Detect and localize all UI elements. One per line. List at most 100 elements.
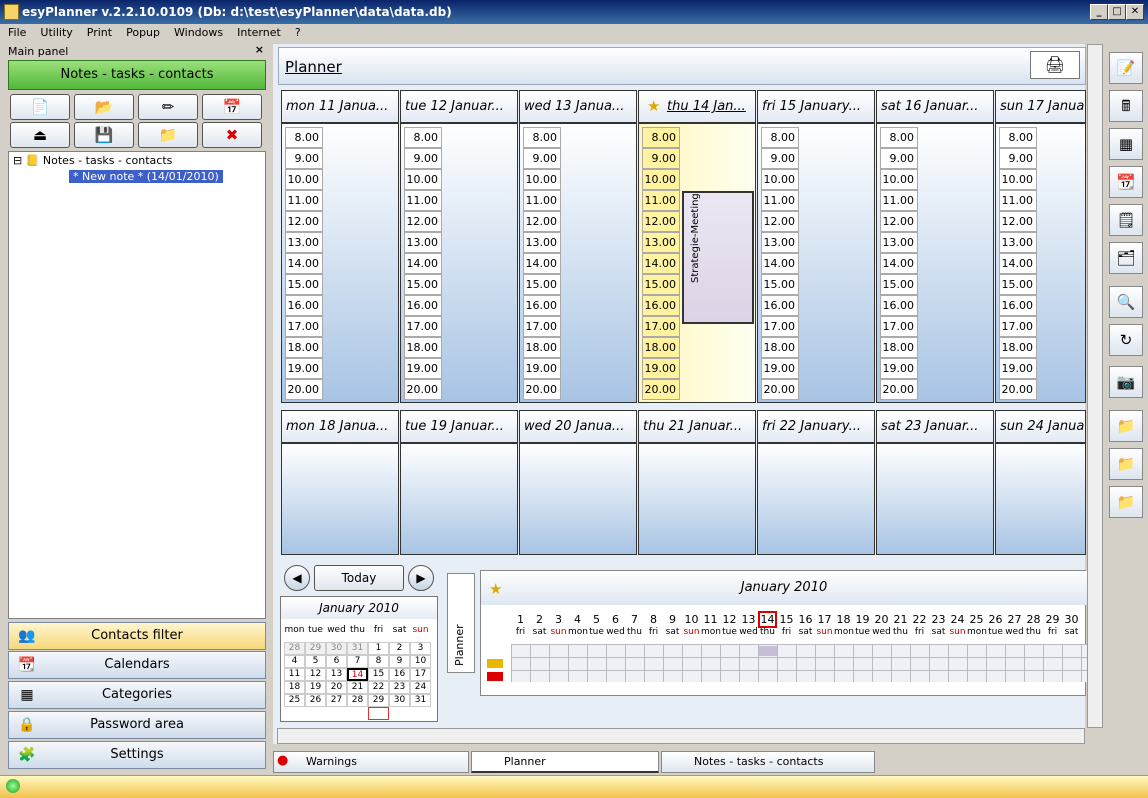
download-folder-icon[interactable]: 📁 (138, 122, 198, 148)
month-strip-grid[interactable] (511, 644, 1087, 682)
notes-tasks-contacts-button[interactable]: Notes - tasks - contacts (8, 60, 266, 90)
mini-calendar-day[interactable]: 17 (410, 668, 431, 681)
upload-icon[interactable]: ⏏ (10, 122, 70, 148)
notes-stack-icon[interactable]: 🗂 (1109, 242, 1143, 274)
mini-calendar-day[interactable]: 7 (347, 655, 368, 668)
categories-button[interactable]: ▦ Categories (8, 681, 266, 709)
mini-calendar-day[interactable]: 9 (389, 655, 410, 668)
w2-day-column-1[interactable] (400, 443, 518, 555)
save-icon[interactable]: 💾 (74, 122, 134, 148)
month-strip-day[interactable]: 28 (1024, 613, 1043, 626)
new-note-icon[interactable]: 📄 (10, 94, 70, 120)
month-strip-day[interactable]: 27 (1005, 613, 1024, 626)
mini-calendar-day[interactable]: 19 (305, 681, 326, 694)
menu-file[interactable]: File (0, 24, 32, 42)
calculator-icon[interactable]: 🖩 (1109, 90, 1143, 122)
tab-notes-tasks-contacts[interactable]: Notes - tasks - contacts (661, 751, 875, 773)
planner-side-tab[interactable]: Planner (447, 573, 475, 673)
mini-calendar-day[interactable]: 25 (284, 694, 305, 707)
mini-calendar-day[interactable]: 4 (284, 655, 305, 668)
month-strip-day[interactable]: 22 (910, 613, 929, 626)
mini-calendar-day[interactable]: 30 (326, 642, 347, 655)
w2-day-header-1[interactable]: tue 19 Januar... (400, 410, 518, 443)
month-strip-day[interactable]: 16 (796, 613, 815, 626)
w2-day-header-0[interactable]: mon 18 Janua... (281, 410, 399, 443)
month-strip-day[interactable]: 2 (530, 613, 549, 626)
w1-day-header-3[interactable]: ★ thu 14 Jan... (638, 90, 756, 123)
calendar-view-icon[interactable]: 📆 (1109, 166, 1143, 198)
menu-help[interactable]: ? (287, 24, 307, 42)
w2-day-column-4[interactable] (757, 443, 875, 555)
vertical-scrollbar[interactable] (1087, 44, 1103, 728)
today-button[interactable]: Today (314, 565, 404, 591)
mini-calendar-day[interactable]: 10 (410, 655, 431, 668)
w1-day-header-0[interactable]: mon 11 Janua... (281, 90, 399, 123)
refresh-icon[interactable]: ↻ (1109, 324, 1143, 356)
mini-calendar-day[interactable]: 24 (410, 681, 431, 694)
w2-day-column-3[interactable] (638, 443, 756, 555)
mini-calendar-day[interactable]: 20 (326, 681, 347, 694)
menu-popup[interactable]: Popup (118, 24, 166, 42)
mini-calendar-day[interactable]: 21 (347, 681, 368, 694)
w1-day-column-1[interactable]: 8.00 9.00 10.00 11.00 12.00 13.00 14.00 15.00 16… (400, 123, 518, 403)
month-strip-day[interactable]: 23 (929, 613, 948, 626)
mini-calendar-day[interactable]: 15 (368, 668, 389, 681)
w2-day-header-2[interactable]: wed 20 Janua... (519, 410, 637, 443)
new-folder-icon[interactable]: 📂 (74, 94, 134, 120)
mini-calendar-day[interactable]: 28 (284, 642, 305, 655)
tree-root[interactable]: ⊟ 📒 Notes - tasks - contacts (13, 154, 172, 167)
delete-icon[interactable]: ✖ (202, 122, 262, 148)
w1-day-header-1[interactable]: tue 12 Januar... (400, 90, 518, 123)
mini-calendar-empty-cell[interactable] (368, 707, 389, 720)
mini-calendar-day[interactable]: 30 (389, 694, 410, 707)
month-strip-day[interactable]: 14 (758, 611, 777, 628)
mini-calendar-day[interactable]: 14 (347, 668, 368, 681)
w2-day-column-2[interactable] (519, 443, 637, 555)
w1-day-column-6[interactable]: 8.00 9.00 10.00 11.00 12.00 13.00 14.00 15.00 16… (995, 123, 1086, 403)
month-strip-day[interactable]: 18 (834, 613, 853, 626)
maximize-button[interactable]: □ (1108, 4, 1126, 20)
month-strip-day[interactable]: 19 (853, 613, 872, 626)
add-note-icon[interactable]: 📝 (1109, 52, 1143, 84)
notes-list-icon[interactable]: 🗒 (1109, 204, 1143, 236)
month-strip-day[interactable]: 4 (568, 613, 587, 626)
month-strip-day[interactable]: 1 (511, 613, 530, 626)
printer-icon[interactable]: 🖨 (1030, 51, 1080, 79)
mini-calendar-day[interactable]: 1 (368, 642, 389, 655)
event-strategie-meeting[interactable]: Strategie-Meeting (682, 191, 754, 324)
w1-day-column-4[interactable]: 8.00 9.00 10.00 11.00 12.00 13.00 14.00 15.00 16… (757, 123, 875, 403)
mini-calendar-day[interactable]: 29 (305, 642, 326, 655)
w1-day-column-2[interactable]: 8.00 9.00 10.00 11.00 12.00 13.00 14.00 15.00 16… (519, 123, 637, 403)
horizontal-scrollbar[interactable] (277, 728, 1085, 744)
w1-day-header-4[interactable]: fri 15 January... (757, 90, 875, 123)
mini-calendar-day[interactable]: 3 (410, 642, 431, 655)
edit-icon[interactable]: ✏ (138, 94, 198, 120)
calendars-button[interactable]: 📆 Calendars (8, 651, 266, 679)
w2-day-header-6[interactable]: sun 24 Janua (995, 410, 1086, 443)
w2-day-column-6[interactable] (995, 443, 1086, 555)
mini-calendar-day[interactable]: 29 (368, 694, 389, 707)
folders-icon[interactable]: 📁 (1109, 486, 1143, 518)
password-area-button[interactable]: 🔒 Password area (8, 711, 266, 739)
menu-internet[interactable]: Internet (229, 24, 287, 42)
w1-day-column-5[interactable]: 8.00 9.00 10.00 11.00 12.00 13.00 14.00 15.00 16… (876, 123, 994, 403)
month-strip-day[interactable]: 29 (1043, 613, 1062, 626)
month-strip-day[interactable]: 25 (967, 613, 986, 626)
month-strip-day[interactable]: 20 (872, 613, 891, 626)
month-strip-day[interactable]: 3 (549, 613, 568, 626)
mini-calendar-day[interactable]: 5 (305, 655, 326, 668)
w2-day-column-5[interactable] (876, 443, 994, 555)
w2-day-column-0[interactable] (281, 443, 399, 555)
month-strip-day[interactable]: 24 (948, 613, 967, 626)
menu-print[interactable]: Print (79, 24, 118, 42)
month-strip-day[interactable]: 5 (587, 613, 606, 626)
w1-day-column-0[interactable]: 8.00 9.00 10.00 11.00 12.00 13.00 14.00 15.00 16… (281, 123, 399, 403)
close-button[interactable]: ✕ (1126, 4, 1144, 20)
w2-day-header-5[interactable]: sat 23 Januar... (876, 410, 994, 443)
mini-calendar-day[interactable]: 31 (347, 642, 368, 655)
settings-button[interactable]: 🧩 Settings (8, 741, 266, 769)
w1-day-header-2[interactable]: wed 13 Janua... (519, 90, 637, 123)
mini-calendar-day[interactable]: 18 (284, 681, 305, 694)
mini-calendar-day[interactable]: 16 (389, 668, 410, 681)
month-strip-day[interactable]: 10 (682, 613, 701, 626)
